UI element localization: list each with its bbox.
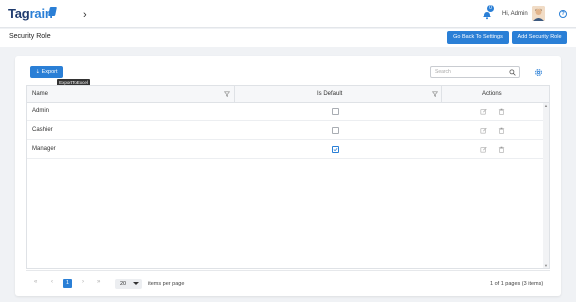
- table-row[interactable]: Admin: [27, 103, 543, 121]
- avatar-image: [532, 6, 545, 21]
- scroll-down-arrow[interactable]: ▼: [543, 263, 549, 268]
- is-default-checkbox[interactable]: [332, 127, 339, 134]
- last-page-button[interactable]: »: [97, 279, 100, 285]
- checkmark-icon: [333, 148, 338, 152]
- delete-icon[interactable]: [498, 127, 505, 134]
- pager-info: 1 of 1 pages (3 items): [490, 281, 544, 287]
- filter-icon[interactable]: [224, 91, 230, 97]
- table-row[interactable]: Manager: [27, 141, 543, 159]
- next-page-button[interactable]: ›: [82, 279, 84, 285]
- export-button[interactable]: ⇣ Export: [30, 66, 63, 78]
- items-per-page-label: items per page: [148, 281, 185, 287]
- role-name: Cashier: [32, 127, 53, 133]
- column-header-name[interactable]: Name: [32, 86, 48, 103]
- previous-page-button[interactable]: ‹: [51, 279, 53, 285]
- security-role-grid: Name Is Default Actions Admin Cashier Ma…: [26, 85, 550, 269]
- pager: [26, 270, 550, 295]
- filter-icon[interactable]: [432, 91, 438, 97]
- edit-icon[interactable]: [480, 108, 487, 115]
- page-size-value: 20: [120, 281, 127, 287]
- column-divider: [234, 86, 235, 103]
- delete-icon[interactable]: [498, 146, 505, 153]
- user-greeting[interactable]: Hi, Admin: [502, 11, 528, 17]
- delete-icon[interactable]: [498, 108, 505, 115]
- logo-text: Tag: [8, 6, 30, 21]
- add-security-role-button[interactable]: Add Security Role: [512, 31, 567, 44]
- column-divider: [441, 86, 442, 103]
- current-page-button[interactable]: 1: [63, 279, 72, 288]
- first-page-button[interactable]: «: [34, 279, 37, 285]
- column-header-actions: Actions: [482, 91, 502, 97]
- logo[interactable]: Tagrain: [8, 6, 53, 21]
- role-name: Manager: [32, 146, 56, 152]
- is-default-checkbox-checked[interactable]: [332, 146, 339, 153]
- gear-icon[interactable]: [534, 68, 543, 77]
- page-size-select[interactable]: 20: [115, 279, 142, 289]
- notification-badge: 0: [487, 5, 494, 12]
- grid-header: Name Is Default Actions: [27, 86, 549, 103]
- column-header-is-default[interactable]: Is Default: [317, 86, 342, 103]
- go-back-to-settings-button[interactable]: Go Back To Settings: [447, 31, 509, 44]
- chevron-down-icon: [133, 282, 139, 285]
- search-icon[interactable]: [509, 69, 516, 76]
- avatar[interactable]: [532, 6, 545, 21]
- vertical-scrollbar[interactable]: ▲ ▼: [543, 103, 549, 268]
- sidebar-toggle-button[interactable]: ›: [83, 9, 87, 21]
- role-name: Admin: [32, 108, 50, 114]
- is-default-checkbox[interactable]: [332, 108, 339, 115]
- table-row[interactable]: Cashier: [27, 122, 543, 140]
- page-title: Security Role: [9, 33, 51, 40]
- search-input[interactable]: Search: [430, 66, 520, 78]
- scroll-up-arrow[interactable]: ▲: [543, 103, 549, 109]
- edit-icon[interactable]: [480, 127, 487, 134]
- help-icon[interactable]: ?: [559, 10, 567, 18]
- search-placeholder: Search: [435, 69, 451, 75]
- edit-icon[interactable]: [480, 146, 487, 153]
